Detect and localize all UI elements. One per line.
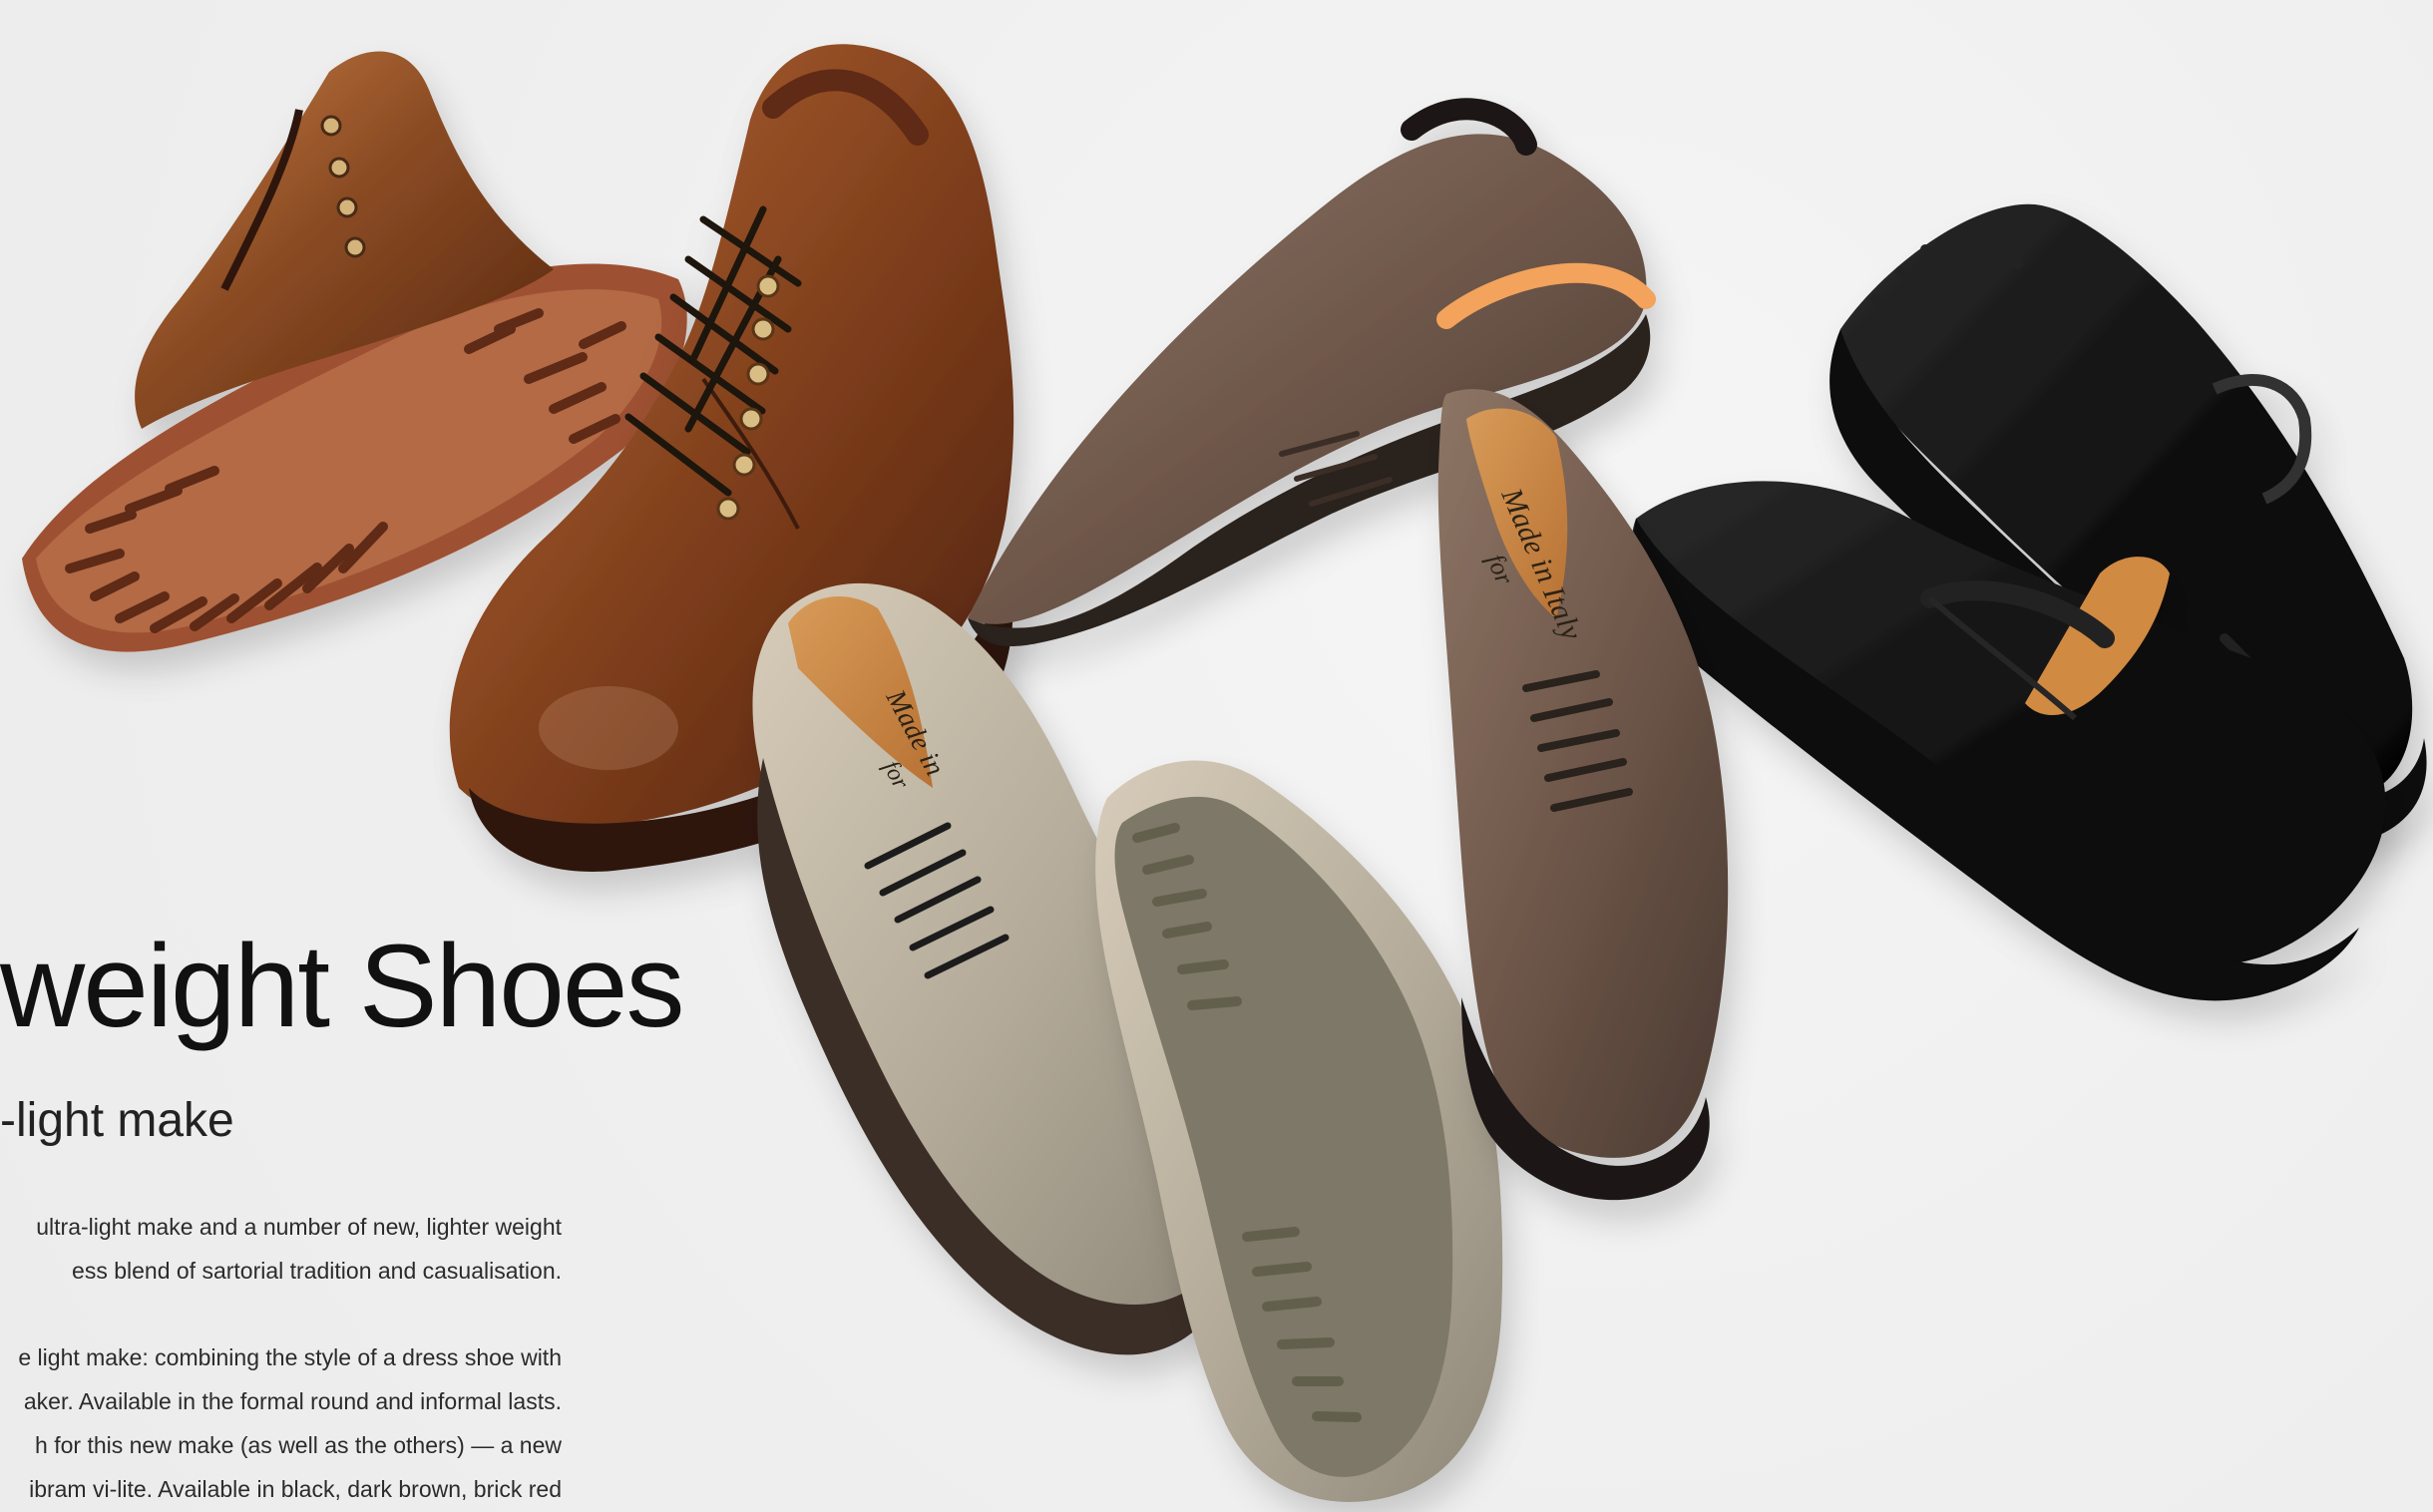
intro-line-1: ultra-light make and a number of new, li… [36, 1214, 562, 1240]
page-subtitle: -light make [0, 1094, 234, 1147]
page-title: weight Shoes [0, 921, 684, 1052]
details-line-3: h for this new make (as well as the othe… [35, 1432, 562, 1458]
details-line-4: ibram vi-lite. Available in black, dark … [29, 1476, 562, 1502]
body-copy: ultra-light make and a number of new, li… [0, 1205, 562, 1512]
intro-paragraph: ultra-light make and a number of new, li… [0, 1205, 562, 1293]
details-line-2: aker. Available in the formal round and … [23, 1388, 562, 1414]
details-line-1: e light make: combining the style of a d… [18, 1344, 562, 1370]
intro-line-2: ess blend of sartorial tradition and cas… [72, 1258, 562, 1284]
details-paragraph: e light make: combining the style of a d… [0, 1335, 562, 1511]
editorial-page: Made in for Made in Italy for weight Sho… [0, 0, 2433, 1512]
